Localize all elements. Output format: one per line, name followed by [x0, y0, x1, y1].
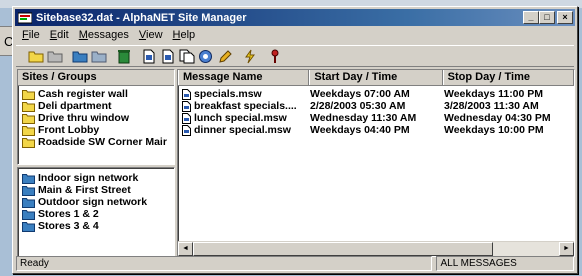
folder-icon — [22, 137, 35, 148]
menu-help[interactable]: Help — [168, 28, 201, 44]
network-item[interactable]: Main & First Street — [18, 184, 174, 196]
trash-icon[interactable] — [114, 48, 133, 65]
menu-bar: File Edit Messages View Help — [17, 28, 200, 44]
scroll-thumb[interactable] — [193, 242, 493, 256]
network-folder-icon[interactable] — [89, 48, 108, 65]
menu-file[interactable]: File — [17, 28, 45, 44]
status-filter: ALL MESSAGES — [436, 256, 574, 271]
network-item[interactable]: Outdoor sign network — [18, 196, 174, 208]
folder-icon — [22, 89, 35, 100]
window-title: Sitebase32.dat - AlphaNET Site Manager — [36, 11, 247, 24]
messages-column-header: Message Name Start Day / Time Stop Day /… — [178, 70, 574, 86]
column-header-message-name[interactable]: Message Name — [178, 70, 310, 85]
messages-list: specials.msw Weekdays 07:00 AM Weekdays … — [178, 86, 574, 136]
networks-pane: Indoor sign network Main & First Street … — [17, 167, 175, 257]
network-item[interactable]: Indoor sign network — [18, 172, 174, 184]
message-row[interactable]: breakfast specials.... 2/28/2003 05:30 A… — [178, 100, 574, 112]
menu-messages[interactable]: Messages — [74, 28, 134, 44]
column-header-start[interactable]: Start Day / Time — [309, 70, 443, 85]
message-row[interactable]: lunch special.msw Wednesday 11:30 AM Wed… — [178, 112, 574, 124]
edit-message-icon[interactable] — [158, 48, 177, 65]
network-folder-icon — [22, 221, 35, 232]
app-icon — [18, 12, 32, 23]
horizontal-scrollbar[interactable]: ◄ ► — [178, 241, 574, 256]
app-window: Sitebase32.dat - AlphaNET Site Manager _… — [12, 6, 578, 274]
document-icon — [182, 88, 191, 100]
menu-view[interactable]: View — [134, 28, 168, 44]
close-button[interactable]: × — [557, 11, 573, 24]
send-icon[interactable] — [240, 48, 259, 65]
maximize-button[interactable]: □ — [539, 11, 555, 24]
site-item[interactable]: Deli dpartment — [18, 100, 174, 112]
scroll-left-button[interactable]: ◄ — [178, 242, 193, 256]
message-row[interactable]: specials.msw Weekdays 07:00 AM Weekdays … — [178, 88, 574, 100]
folder-icon — [22, 113, 35, 124]
site-item[interactable]: Front Lobby — [18, 124, 174, 136]
open-folder-icon[interactable] — [26, 48, 45, 65]
messages-pane: Message Name Start Day / Time Stop Day /… — [177, 69, 575, 257]
message-row[interactable]: dinner special.msw Weekdays 04:40 PM Wee… — [178, 124, 574, 136]
network-item[interactable]: Stores 1 & 2 — [18, 208, 174, 220]
folder-icon — [22, 101, 35, 112]
site-folder-icon[interactable] — [70, 48, 89, 65]
toolbar — [16, 45, 574, 67]
network-item[interactable]: Stores 3 & 4 — [18, 220, 174, 232]
scroll-right-button[interactable]: ► — [559, 242, 574, 256]
save-icon[interactable] — [45, 48, 64, 65]
help-icon[interactable] — [265, 48, 284, 65]
status-bar: Ready ALL MESSAGES — [16, 256, 574, 271]
column-header-stop[interactable]: Stop Day / Time — [442, 70, 574, 85]
folder-icon — [22, 125, 35, 136]
document-icon — [182, 124, 191, 136]
site-item[interactable]: Cash register wall — [18, 88, 174, 100]
sites-groups-header[interactable]: Sites / Groups — [18, 70, 174, 86]
pencil-icon[interactable] — [215, 48, 234, 65]
settings-icon[interactable] — [196, 48, 215, 65]
menu-edit[interactable]: Edit — [45, 28, 74, 44]
sites-groups-pane: Sites / Groups Cash register wall Deli d… — [17, 69, 175, 165]
minimize-button[interactable]: _ — [523, 11, 539, 24]
document-icon — [182, 100, 191, 112]
document-icon — [182, 112, 191, 124]
site-item[interactable]: Drive thru window — [18, 112, 174, 124]
window-controls: _ □ × — [523, 11, 573, 24]
network-folder-icon — [22, 197, 35, 208]
new-message-icon[interactable] — [139, 48, 158, 65]
copy-message-icon[interactable] — [177, 48, 196, 65]
status-text: Ready — [16, 256, 433, 271]
network-folder-icon — [22, 209, 35, 220]
network-folder-icon — [22, 185, 35, 196]
title-bar[interactable]: Sitebase32.dat - AlphaNET Site Manager _… — [15, 9, 575, 26]
network-folder-icon — [22, 173, 35, 184]
site-item[interactable]: Roadside SW Corner Mair — [18, 136, 174, 148]
